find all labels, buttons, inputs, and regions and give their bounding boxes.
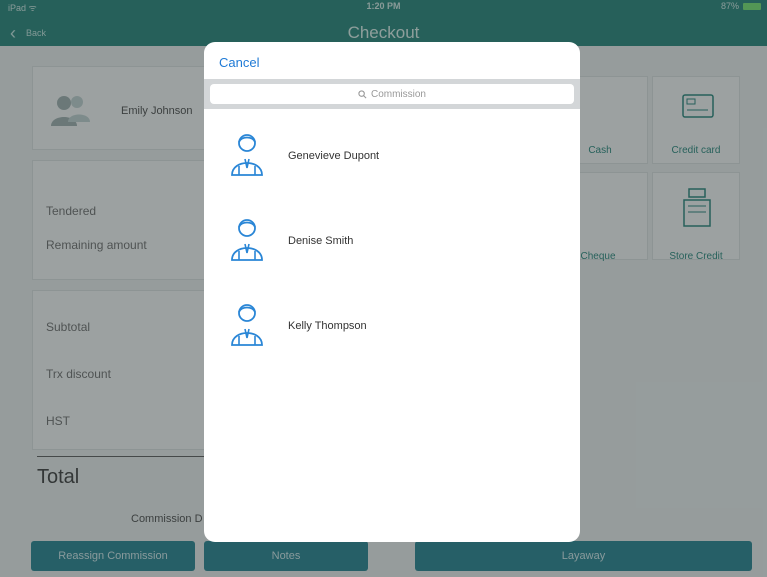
list-item[interactable]: Kelly Thompson (204, 302, 580, 362)
commission-picker-modal: Cancel Commission Genevieve Dupont Denis… (204, 42, 580, 542)
list-item[interactable]: Genevieve Dupont (204, 132, 580, 192)
salesperson-name: Denise Smith (288, 235, 354, 247)
salesperson-name: Kelly Thompson (288, 320, 367, 332)
search-bar: Commission (204, 79, 580, 109)
salesperson-name: Genevieve Dupont (288, 150, 380, 162)
salesperson-icon (231, 219, 263, 261)
search-input[interactable] (210, 84, 574, 104)
salesperson-icon (231, 304, 263, 346)
cancel-button[interactable]: Cancel (219, 55, 259, 70)
salesperson-icon (231, 134, 263, 176)
list-item[interactable]: Denise Smith (204, 217, 580, 277)
